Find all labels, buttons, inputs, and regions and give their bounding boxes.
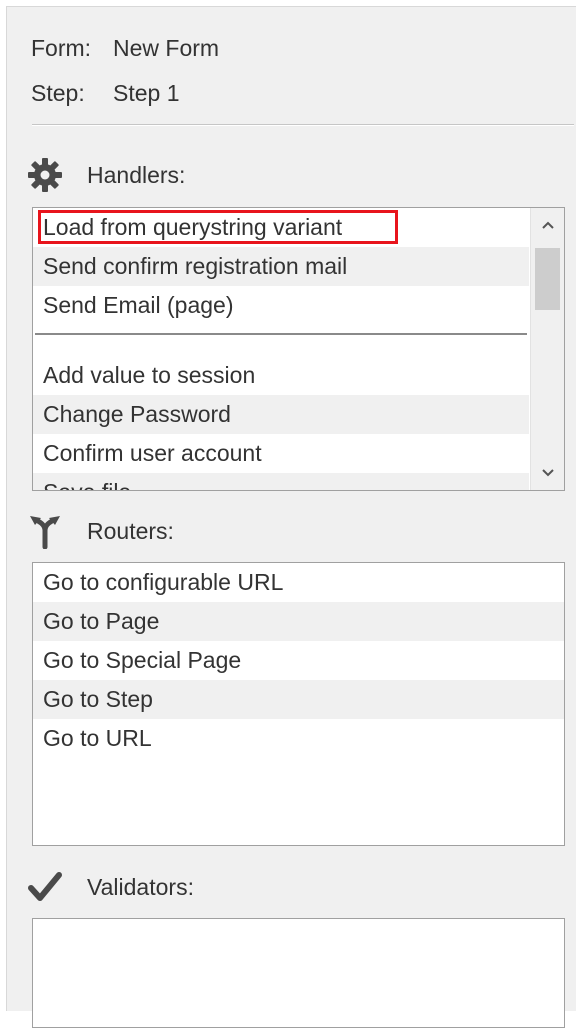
router-item[interactable]: Go to URL	[33, 719, 564, 758]
handler-item-label: Load from querystring variant	[43, 214, 343, 240]
step-info: Step: Step 1	[31, 80, 180, 107]
step-value: Step 1	[113, 80, 180, 106]
router-item[interactable]: Go to Page	[33, 602, 564, 641]
handler-item-label: Add value to session	[43, 362, 256, 388]
router-item[interactable]: Go to Step	[33, 680, 564, 719]
available-handler-item[interactable]: Confirm user account	[33, 434, 529, 473]
routers-header: Routers:	[27, 511, 174, 551]
available-handler-item[interactable]: Change Password	[33, 395, 529, 434]
form-label: Form:	[31, 35, 92, 61]
validators-header: Validators:	[27, 867, 194, 907]
form-properties-panel: Form: New Form Step: Step 1 Handlers: Lo…	[6, 6, 576, 1028]
gear-icon	[27, 155, 79, 195]
router-item[interactable]: Go to Special Page	[33, 641, 564, 680]
group-separator	[33, 325, 529, 356]
validators-list[interactable]	[32, 918, 565, 1028]
router-item-label: Go to Special Page	[43, 647, 242, 673]
handlers-list[interactable]: Load from querystring variant Send confi…	[32, 207, 565, 491]
handler-item-label: Save file	[43, 479, 131, 490]
router-item-label: Go to Step	[43, 686, 153, 712]
handler-item-label: Change Password	[43, 401, 231, 427]
form-info: Form: New Form	[31, 35, 219, 62]
handler-item-label: Confirm user account	[43, 440, 262, 466]
available-handler-item[interactable]: Save file	[33, 473, 529, 490]
handlers-title: Handlers:	[87, 161, 186, 188]
handler-item-label: Send confirm registration mail	[43, 253, 348, 279]
router-item-label: Go to URL	[43, 725, 152, 751]
step-label: Step:	[31, 80, 85, 106]
scroll-down-arrow-icon[interactable]	[531, 456, 564, 490]
router-item-label: Go to Page	[43, 608, 160, 634]
handlers-scrollbar[interactable]	[530, 208, 564, 490]
handler-item[interactable]: Send confirm registration mail	[33, 247, 529, 286]
handler-item-label: Send Email (page)	[43, 292, 234, 318]
checkmark-icon	[27, 867, 79, 907]
routers-list[interactable]: Go to configurable URL Go to Page Go to …	[32, 562, 565, 846]
fork-icon	[27, 511, 79, 551]
divider	[32, 124, 574, 126]
scroll-up-arrow-icon[interactable]	[531, 208, 564, 242]
routers-title: Routers:	[87, 517, 174, 544]
handlers-header: Handlers:	[27, 155, 185, 195]
form-value: New Form	[113, 35, 220, 61]
router-item[interactable]: Go to configurable URL	[33, 563, 564, 602]
available-handler-item[interactable]: Add value to session	[33, 356, 529, 395]
handler-item[interactable]: Load from querystring variant	[33, 208, 529, 247]
router-item-label: Go to configurable URL	[43, 569, 284, 595]
validators-title: Validators:	[87, 873, 194, 900]
handler-item[interactable]: Send Email (page)	[33, 286, 529, 325]
scrollbar-thumb[interactable]	[535, 248, 560, 310]
